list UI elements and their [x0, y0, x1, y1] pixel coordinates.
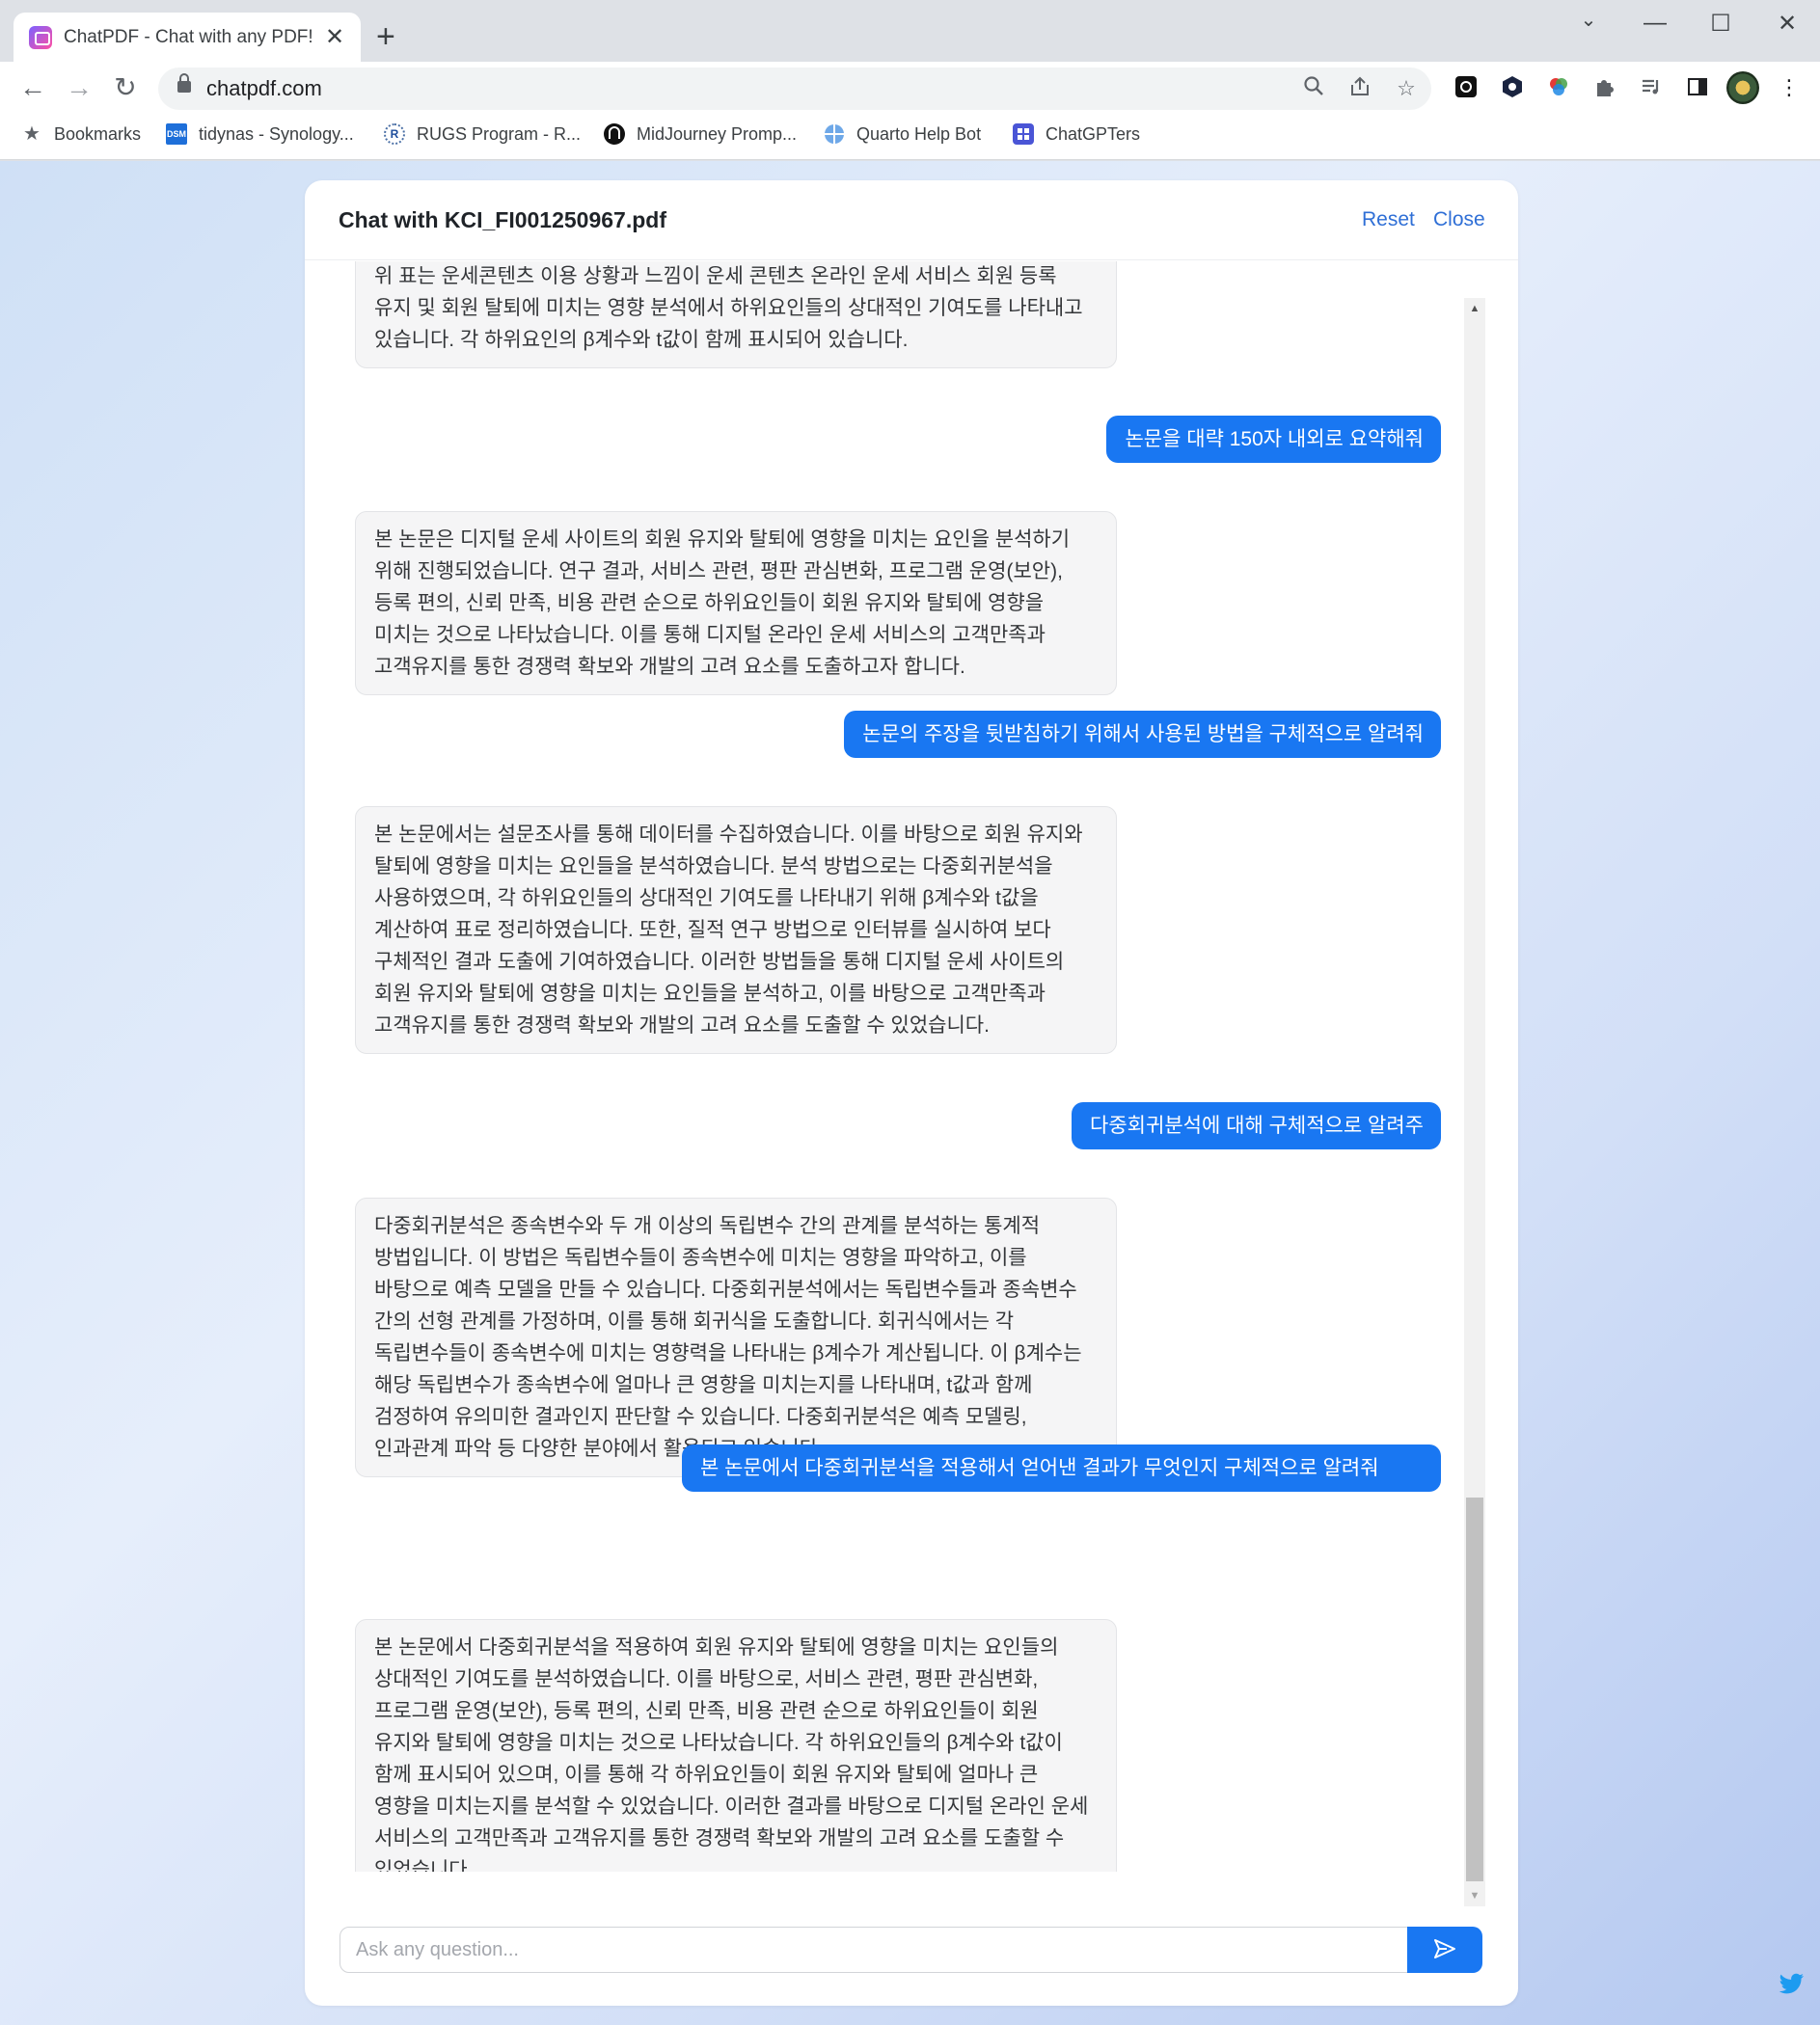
minimize-icon[interactable]: —: [1636, 10, 1674, 37]
reload-icon[interactable]: ↻: [108, 71, 143, 106]
chat-panel: Chat with KCI_FI001250967.pdf Reset Clos…: [305, 180, 1518, 2006]
extension-openai-icon[interactable]: [1453, 75, 1479, 100]
new-tab-button[interactable]: +: [376, 19, 395, 54]
side-panel-icon[interactable]: [1685, 75, 1710, 100]
bookmark-star-icon[interactable]: ☆: [1393, 75, 1420, 102]
star-icon: ★: [23, 123, 41, 145]
ai-message: 본 논문은 디지털 운세 사이트의 회원 유지와 탈퇴에 영향을 미치는 요인을…: [355, 511, 1117, 695]
lock-icon[interactable]: [177, 73, 191, 93]
page-background: Chat with KCI_FI001250967.pdf Reset Clos…: [0, 161, 1820, 2025]
reset-button[interactable]: Reset: [1362, 208, 1415, 231]
extensions-puzzle-icon[interactable]: [1592, 75, 1617, 100]
discord-icon: [1013, 123, 1034, 145]
question-input-row: [340, 1927, 1482, 1973]
share-icon[interactable]: [1346, 75, 1373, 102]
chat-title: Chat with KCI_FI001250967.pdf: [339, 207, 666, 232]
scrollbar-thumb[interactable]: [1466, 1498, 1483, 1881]
tab-close-icon[interactable]: ✕: [322, 23, 347, 51]
bookmark-label: Bookmarks: [54, 123, 142, 144]
bookmark-label: MidJourney Promp...: [637, 123, 798, 144]
extension-hexagon-icon[interactable]: [1500, 75, 1525, 100]
back-icon[interactable]: ←: [15, 71, 50, 106]
bookmark-label: ChatGPTers: [1046, 123, 1141, 144]
browser-tab[interactable]: ChatPDF - Chat with any PDF! ✕: [14, 13, 361, 62]
bookmark-label: tidynas - Synology...: [199, 123, 354, 144]
tab-title: ChatPDF - Chat with any PDF!: [64, 26, 313, 47]
bookmark-bookmarks[interactable]: ★ Bookmarks: [21, 123, 141, 145]
browser-toolbar: ← → ↻ chatpdf.com ☆ ⋮: [0, 62, 1820, 114]
ai-message: 위 표는 운세콘텐츠 이용 상황과 느낌이 운세 콘텐츠 온라인 운세 서비스 …: [355, 261, 1117, 368]
chrome-menu-icon[interactable]: ⋮: [1777, 75, 1802, 100]
bookmark-label: Quarto Help Bot: [856, 123, 982, 144]
twitter-icon[interactable]: [1778, 1973, 1805, 2001]
close-button[interactable]: Close: [1433, 208, 1485, 231]
send-button[interactable]: [1407, 1927, 1482, 1973]
user-message: 본 논문에서 다중회귀분석을 적용해서 얻어낸 결과가 무엇인지 구체적으로 알…: [682, 1444, 1441, 1492]
bookmark-chatgpters[interactable]: ChatGPTers: [1013, 123, 1140, 145]
window-close-icon[interactable]: ✕: [1768, 10, 1806, 38]
url-text[interactable]: chatpdf.com: [206, 76, 322, 101]
zoom-search-icon[interactable]: [1300, 75, 1327, 102]
scroll-up-arrow-icon[interactable]: ▲: [1464, 298, 1485, 319]
chat-header: Chat with KCI_FI001250967.pdf Reset Clos…: [305, 180, 1518, 260]
bookmark-midjourney[interactable]: MidJourney Promp...: [604, 123, 797, 145]
chatpdf-favicon-icon: [29, 25, 52, 49]
ai-message: 다중회귀분석은 종속변수와 두 개 이상의 독립변수 간의 관계를 분석하는 통…: [355, 1198, 1117, 1477]
bookmarks-bar: ★ Bookmarks DSM tidynas - Synology... R …: [0, 114, 1820, 160]
ai-message: 본 논문에서 다중회귀분석을 적용하여 회원 유지와 탈퇴에 영향을 미치는 요…: [355, 1619, 1117, 1872]
chat-scrollbar[interactable]: ▲ ▼: [1464, 298, 1485, 1906]
address-bar[interactable]: chatpdf.com ☆: [158, 68, 1431, 110]
media-control-icon[interactable]: [1639, 75, 1664, 100]
bookmark-tidynas[interactable]: DSM tidynas - Synology...: [166, 123, 354, 145]
midjourney-icon: [604, 123, 625, 145]
bookmark-label: RUGS Program - R...: [417, 123, 582, 144]
dsm-icon: DSM: [166, 123, 187, 145]
extension-color-picker-icon[interactable]: [1546, 75, 1571, 100]
user-message: 논문을 대략 150자 내외로 요약해줘: [1106, 416, 1441, 463]
ai-message: 본 논문에서는 설문조사를 통해 데이터를 수집하였습니다. 이를 바탕으로 회…: [355, 806, 1117, 1054]
browser-titlebar: ChatPDF - Chat with any PDF! ✕ + ⌄ — ☐ ✕: [0, 0, 1820, 62]
user-message: 다중회귀분석에 대해 구체적으로 알려주: [1072, 1102, 1441, 1149]
r-icon: R: [384, 123, 405, 145]
user-message: 논문의 주장을 뒷받침하기 위해서 사용된 방법을 구체적으로 알려줘: [844, 711, 1441, 758]
globe-icon: [824, 123, 845, 145]
question-input[interactable]: [340, 1927, 1408, 1973]
bookmark-quarto[interactable]: Quarto Help Bot: [824, 123, 981, 145]
scroll-down-arrow-icon[interactable]: ▼: [1464, 1885, 1485, 1906]
profile-avatar[interactable]: [1726, 71, 1759, 104]
bookmark-rugs[interactable]: R RUGS Program - R...: [384, 123, 581, 145]
chat-messages[interactable]: 위 표는 운세콘텐츠 이용 상황과 느낌이 운세 콘텐츠 온라인 운세 서비스 …: [305, 261, 1518, 1872]
send-icon: [1433, 1937, 1456, 1963]
forward-icon[interactable]: →: [62, 71, 96, 106]
maximize-icon[interactable]: ☐: [1701, 10, 1740, 38]
tab-search-chevron-icon[interactable]: ⌄: [1569, 8, 1608, 32]
